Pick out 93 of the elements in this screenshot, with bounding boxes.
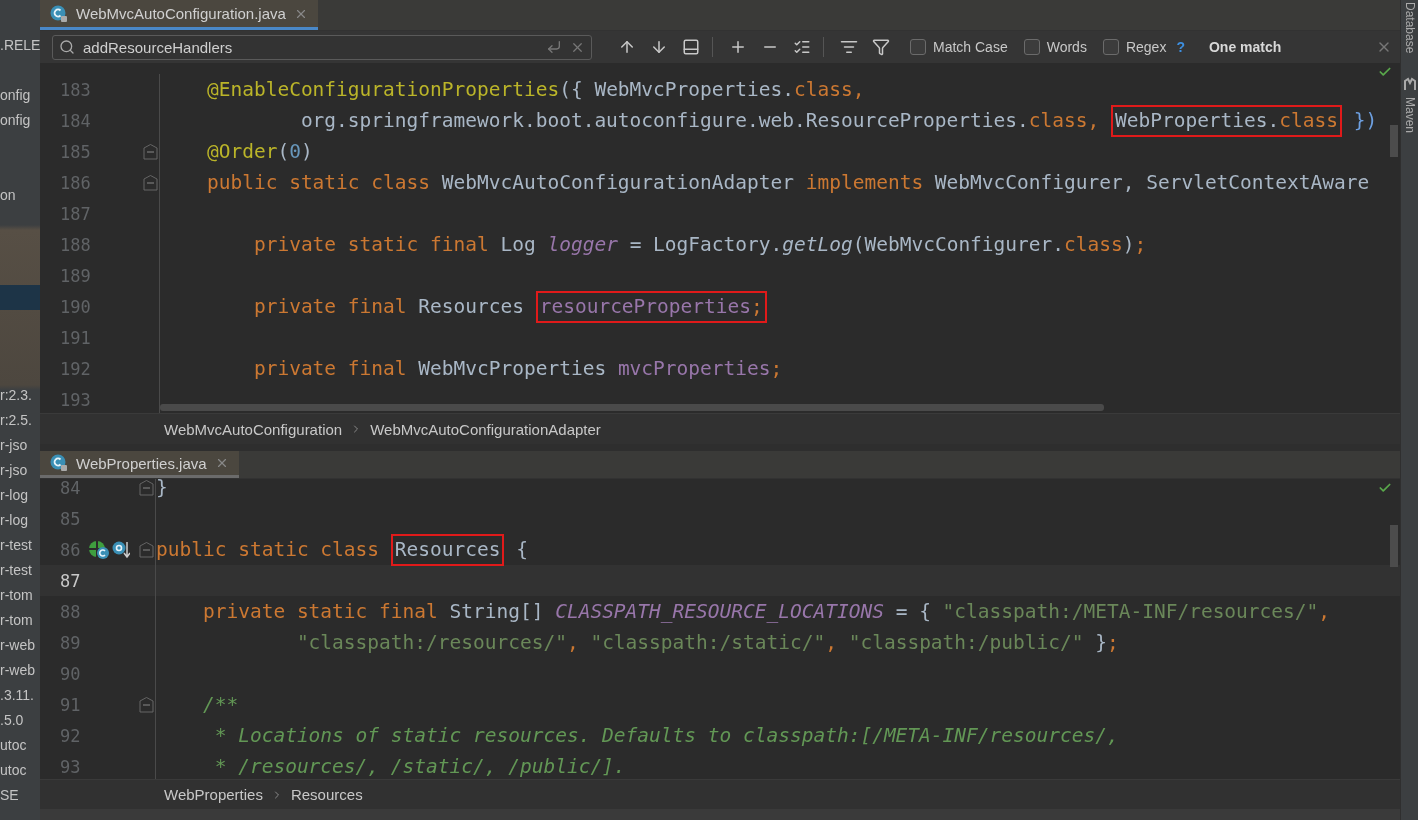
line-number: 183 <box>60 79 91 100</box>
fold-marker-icon[interactable] <box>143 144 158 160</box>
option-checkbox[interactable]: Words <box>1023 39 1087 55</box>
line-number: 84 <box>60 479 81 498</box>
tree-item[interactable]: on <box>0 183 16 208</box>
tree-item[interactable]: r-tom <box>0 583 33 608</box>
code-text: /** <box>201 693 239 716</box>
fold-marker-icon[interactable] <box>143 175 158 191</box>
tree-item[interactable]: r-test <box>0 533 32 558</box>
fold-marker-icon[interactable] <box>139 480 154 496</box>
line-number: 185 <box>60 141 91 162</box>
scrollbar-thumb[interactable] <box>1390 125 1398 157</box>
search-field[interactable]: addResourceHandlers <box>52 34 592 60</box>
code-text: private static final String[] CLASSPATH_RESOURCE_LOCATIONS = { "classpath:/META-INF/resources/", <box>201 600 1331 623</box>
highlight-box: Resources <box>390 533 505 566</box>
match-count: One match <box>1208 39 1282 55</box>
selection-highlight <box>0 285 40 310</box>
line-number: 184 <box>60 110 91 131</box>
check-icon <box>1378 65 1392 79</box>
help-link[interactable]: ? <box>1176 39 1185 55</box>
tree-item[interactable]: r-log <box>0 508 28 533</box>
file-tab[interactable]: WebProperties.java <box>40 451 239 478</box>
code-text: @EnableConfigurationProperties({ WebMvcProperties.class, <box>205 78 865 101</box>
tool-window-tab[interactable]: Maven <box>1402 97 1417 134</box>
line-number: 86 <box>60 539 81 560</box>
line-number: 90 <box>60 663 81 684</box>
code-text: public static class <box>156 538 381 561</box>
tree-item[interactable]: r:2.3. <box>0 383 32 408</box>
line-number: 188 <box>60 234 91 255</box>
line-number: 89 <box>60 632 81 653</box>
line-number: 93 <box>60 756 81 777</box>
newline-icon[interactable] <box>546 39 562 55</box>
line-number: 92 <box>60 725 81 746</box>
tree-item[interactable]: r-test <box>0 558 32 583</box>
line-number: 193 <box>60 389 91 410</box>
code-text: private final WebMvcProperties mvcProperties; <box>252 357 783 380</box>
tree-item[interactable]: r-web <box>0 633 35 658</box>
file-tab[interactable]: WebMvcAutoConfiguration.java <box>40 0 318 30</box>
class-file-icon <box>50 4 68 23</box>
code-text: public static class WebMvcAutoConfigurationAdapter implements WebMvcConfigurer, ServletContextAware <box>205 171 1370 194</box>
highlight-box: WebProperties.class <box>1110 104 1343 137</box>
option-checkbox[interactable]: Match Case <box>910 39 1008 55</box>
line-number: 85 <box>60 508 81 529</box>
code-text: org.springframework.boot.autoconfigure.web.ResourceProperties.class, <box>299 109 1101 132</box>
code-text: } <box>156 479 168 499</box>
tree-item[interactable]: r-tom <box>0 608 33 633</box>
line-number: 190 <box>60 296 91 317</box>
class-icon[interactable] <box>88 540 110 560</box>
code-text: "classpath:/resources/", "classpath:/static/", "classpath:/public/" }; <box>295 631 1119 654</box>
scrollbar-thumb[interactable] <box>160 404 1104 411</box>
tree-item[interactable]: onfig <box>0 83 31 108</box>
tree-item[interactable]: .5.0 <box>0 708 24 733</box>
line-number: 88 <box>60 601 81 622</box>
tool-window-tab[interactable]: Database <box>1402 2 1417 54</box>
tree-item[interactable]: utoc <box>0 758 27 783</box>
tree-item[interactable]: r-jso <box>0 433 28 458</box>
line-number: 192 <box>60 358 91 379</box>
fold-marker-icon[interactable] <box>139 542 154 558</box>
scrollbar-thumb[interactable] <box>1390 525 1398 567</box>
class-file-icon <box>50 454 68 472</box>
option-checkbox[interactable]: Regex <box>1102 39 1167 55</box>
search-icon <box>59 39 75 55</box>
implemented-icon[interactable] <box>112 540 130 560</box>
tree-item[interactable]: onfig <box>0 108 31 133</box>
check-icon <box>1378 481 1392 495</box>
line-number: 189 <box>60 265 91 286</box>
highlight-box: resourceProperties; <box>535 290 767 323</box>
code-text: * /resources/, /static/, /public/]. <box>213 755 626 778</box>
breadcrumb-item[interactable]: WebMvcAutoConfiguration <box>164 420 343 438</box>
line-number: 186 <box>60 172 91 193</box>
tree-item[interactable]: r:2.5. <box>0 408 32 433</box>
tree-item[interactable]: .3.11. <box>0 683 34 708</box>
code-text: { <box>515 538 528 561</box>
breadcrumb-item[interactable]: Resources <box>290 786 363 803</box>
code-text: @Order(0) <box>205 140 313 163</box>
tree-item[interactable]: r-jso <box>0 458 28 483</box>
line-number: 87 <box>60 570 81 591</box>
breadcrumb-item[interactable]: WebMvcAutoConfigurationAdapter <box>370 420 601 438</box>
line-number: 91 <box>60 694 81 715</box>
maven-icon <box>1403 77 1416 92</box>
tree-item[interactable]: .RELE <box>0 33 40 58</box>
line-number: 191 <box>60 327 91 348</box>
breadcrumb-item[interactable]: WebProperties <box>164 786 263 803</box>
line-number: 187 <box>60 203 91 224</box>
code-text: }) <box>1352 109 1378 132</box>
code-text: private static final Log logger = LogFactory.getLog(WebMvcConfigurer.class); <box>252 233 1147 256</box>
fold-marker-icon[interactable] <box>139 697 154 713</box>
code-text: private final Resources <box>252 295 525 318</box>
tree-item[interactable]: r-log <box>0 483 28 508</box>
tree-item[interactable]: SE <box>0 783 19 808</box>
tree-item[interactable]: r-web <box>0 658 35 683</box>
code-text: * Locations of static resources. Defaults to classpath:[/META-INF/resources/, <box>213 724 1119 747</box>
tree-item[interactable]: utoc <box>0 733 27 758</box>
